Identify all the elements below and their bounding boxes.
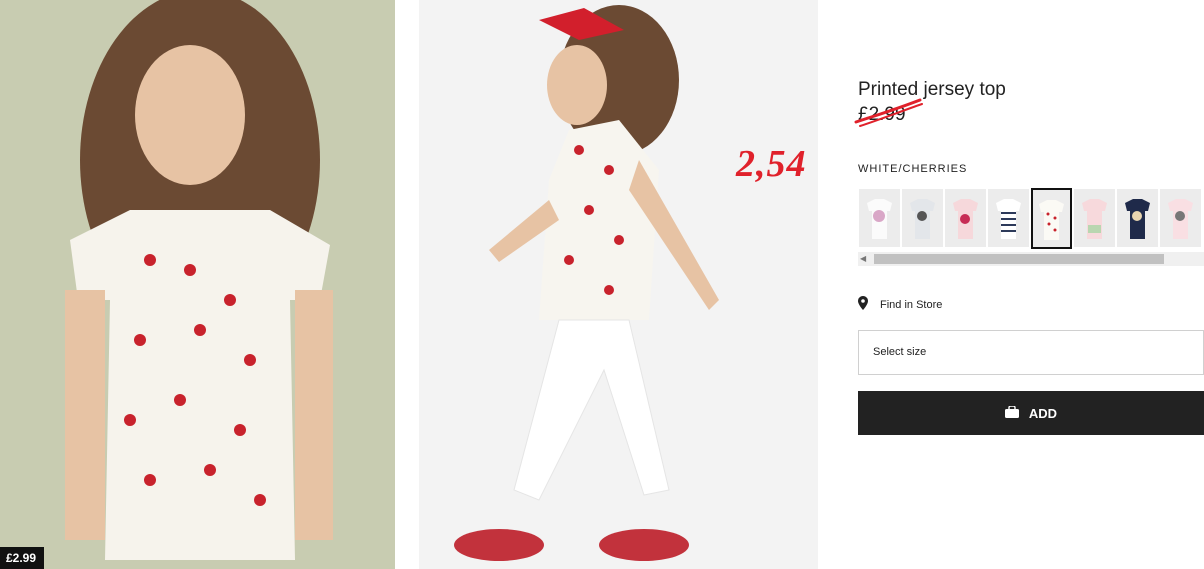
shopping-bag-icon [1004,404,1019,421]
swatch-light-pink[interactable] [1160,189,1201,247]
color-name: WHITE/CHERRIES [858,163,968,175]
tshirt-thumbnail [1160,189,1201,247]
tshirt-thumbnail [902,189,943,247]
tshirt-thumbnail [1033,190,1070,247]
swatch-pink-bag[interactable] [945,189,986,247]
tshirt-thumbnail [1074,189,1115,247]
thumbnail-price-tag: £2.99 [0,547,45,569]
size-select-label: Select size [873,346,927,358]
map-pin-icon [858,296,868,313]
product-image-side[interactable] [419,0,818,569]
old-price: £2.99 [854,98,923,127]
tshirt-thumbnail [988,189,1029,247]
girl-side-photo [419,0,818,569]
promo-price: 2,54 [736,143,807,185]
tshirt-thumbnail [1117,189,1158,247]
swatch-grey-minnie[interactable] [902,189,943,247]
swatch-striped[interactable] [988,189,1029,247]
add-button-label: ADD [1028,405,1058,421]
scroll-thumb[interactable] [874,254,1164,264]
tshirt-thumbnail [945,189,986,247]
find-in-store-label: Find in Store [880,298,943,311]
swatch-unicorn[interactable] [859,189,900,247]
tshirt-thumbnail [859,189,900,247]
add-to-bag-button[interactable]: ADD [858,391,1204,435]
swatch-navy[interactable] [1117,189,1158,247]
girl-front-photo [0,0,395,569]
swatch-pink-print[interactable] [1074,189,1115,247]
size-select[interactable]: Select size [858,330,1204,375]
strike-through-mark [854,98,923,127]
scroll-left-arrow-icon[interactable]: ◀ [860,254,866,263]
swatch-scrollbar[interactable]: ◀ [858,252,1204,266]
color-swatch-list [858,188,1204,252]
swatch-white-cherries[interactable] [1031,188,1072,249]
find-in-store-link[interactable]: Find in Store [858,296,942,313]
product-image-front[interactable]: £2.99 [0,0,395,569]
